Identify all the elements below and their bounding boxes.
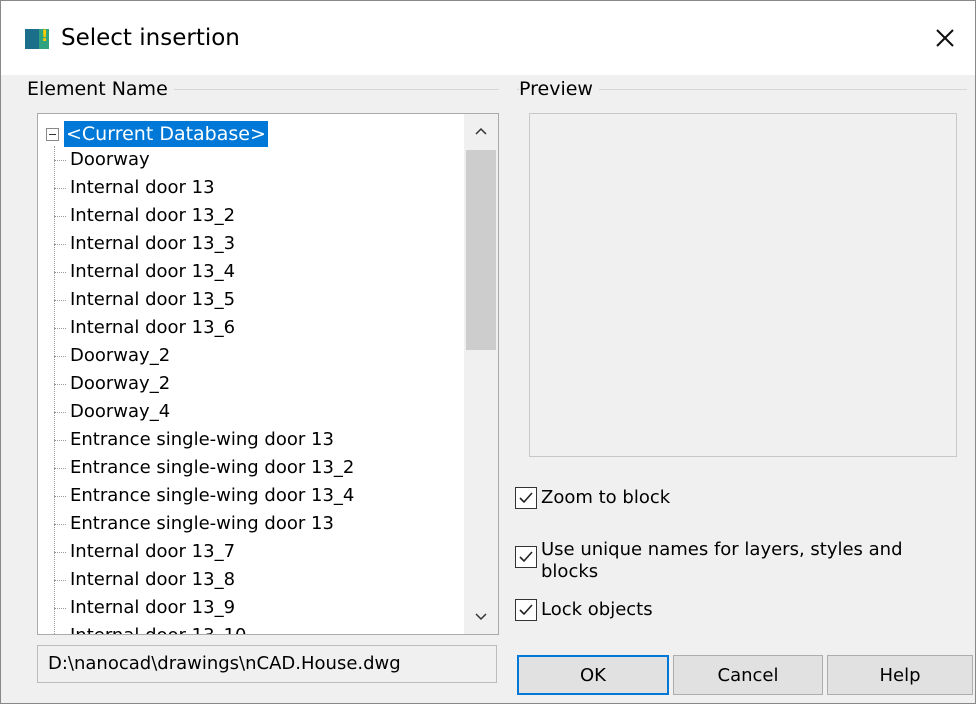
- tree-item[interactable]: Internal door 13: [54, 174, 215, 202]
- tree-item[interactable]: Internal door 13_6: [54, 314, 235, 342]
- dialog-title: Select insertion: [61, 25, 240, 51]
- unique-names-label-line1: Use unique names for layers, styles and: [541, 539, 903, 560]
- select-insertion-dialog: ! Select insertion Element Name <Current…: [0, 0, 976, 704]
- help-button[interactable]: Help: [827, 655, 973, 695]
- lock-objects-checkbox[interactable]: [515, 599, 537, 621]
- title-bar: ! Select insertion: [1, 1, 975, 75]
- collapse-icon[interactable]: [46, 127, 59, 141]
- cancel-button[interactable]: Cancel: [673, 655, 823, 695]
- tree-item[interactable]: Internal door 13_8: [54, 566, 235, 594]
- tree-scrollbar[interactable]: [464, 114, 498, 634]
- tree-item[interactable]: Internal door 13_5: [54, 286, 235, 314]
- tree-item[interactable]: Doorway_2: [54, 370, 170, 398]
- zoom-to-block-checkbox[interactable]: [515, 487, 537, 509]
- tree-item[interactable]: Entrance single-wing door 13_2: [54, 454, 354, 482]
- app-icon: !: [25, 26, 49, 49]
- close-icon: [936, 29, 954, 47]
- file-path-field: D:\nanocad\drawings\nCAD.House.dwg: [37, 645, 497, 683]
- unique-names-label-line2: blocks: [541, 561, 599, 582]
- unique-names-option[interactable]: Use unique names for layers, styles and …: [515, 539, 903, 583]
- checkmark-icon: [519, 551, 533, 563]
- tree-item[interactable]: Entrance single-wing door 13: [54, 510, 334, 538]
- tree-root-label[interactable]: <Current Database>: [64, 121, 268, 147]
- tree-item[interactable]: Internal door 13_7: [54, 538, 235, 566]
- close-button[interactable]: [919, 15, 971, 61]
- tree-item[interactable]: Entrance single-wing door 13_4: [54, 482, 354, 510]
- checkmark-icon: [519, 492, 533, 504]
- tree-item[interactable]: Doorway_4: [54, 398, 170, 426]
- tree-item[interactable]: Internal door 13_3: [54, 230, 235, 258]
- preview-label: Preview: [519, 77, 599, 101]
- scroll-down-button[interactable]: [464, 600, 498, 634]
- checkmark-icon: [519, 604, 533, 616]
- element-tree[interactable]: <Current Database> Doorway Internal door…: [37, 113, 499, 635]
- tree-item[interactable]: Internal door 13_10: [54, 622, 246, 634]
- tree-item[interactable]: Entrance single-wing door 13: [54, 426, 334, 454]
- chevron-down-icon: [475, 613, 487, 621]
- preview-area: [529, 113, 957, 457]
- zoom-to-block-label: Zoom to block: [541, 487, 671, 508]
- tree-item[interactable]: Internal door 13_2: [54, 202, 235, 230]
- scroll-up-button[interactable]: [464, 114, 498, 148]
- tree-item[interactable]: Internal door 13_4: [54, 258, 235, 286]
- tree-root-node[interactable]: <Current Database>: [46, 120, 268, 148]
- chevron-up-icon: [475, 127, 487, 135]
- lock-objects-option[interactable]: Lock objects: [515, 599, 653, 621]
- tree-item[interactable]: Internal door 13_9: [54, 594, 235, 622]
- zoom-to-block-option[interactable]: Zoom to block: [515, 487, 670, 509]
- scroll-thumb[interactable]: [466, 150, 496, 350]
- lock-objects-label: Lock objects: [541, 599, 653, 620]
- element-name-label: Element Name: [27, 77, 174, 101]
- tree-item[interactable]: Doorway: [54, 146, 150, 174]
- tree-item[interactable]: Doorway_2: [54, 342, 170, 370]
- unique-names-checkbox[interactable]: [515, 546, 537, 568]
- ok-button[interactable]: OK: [517, 655, 669, 695]
